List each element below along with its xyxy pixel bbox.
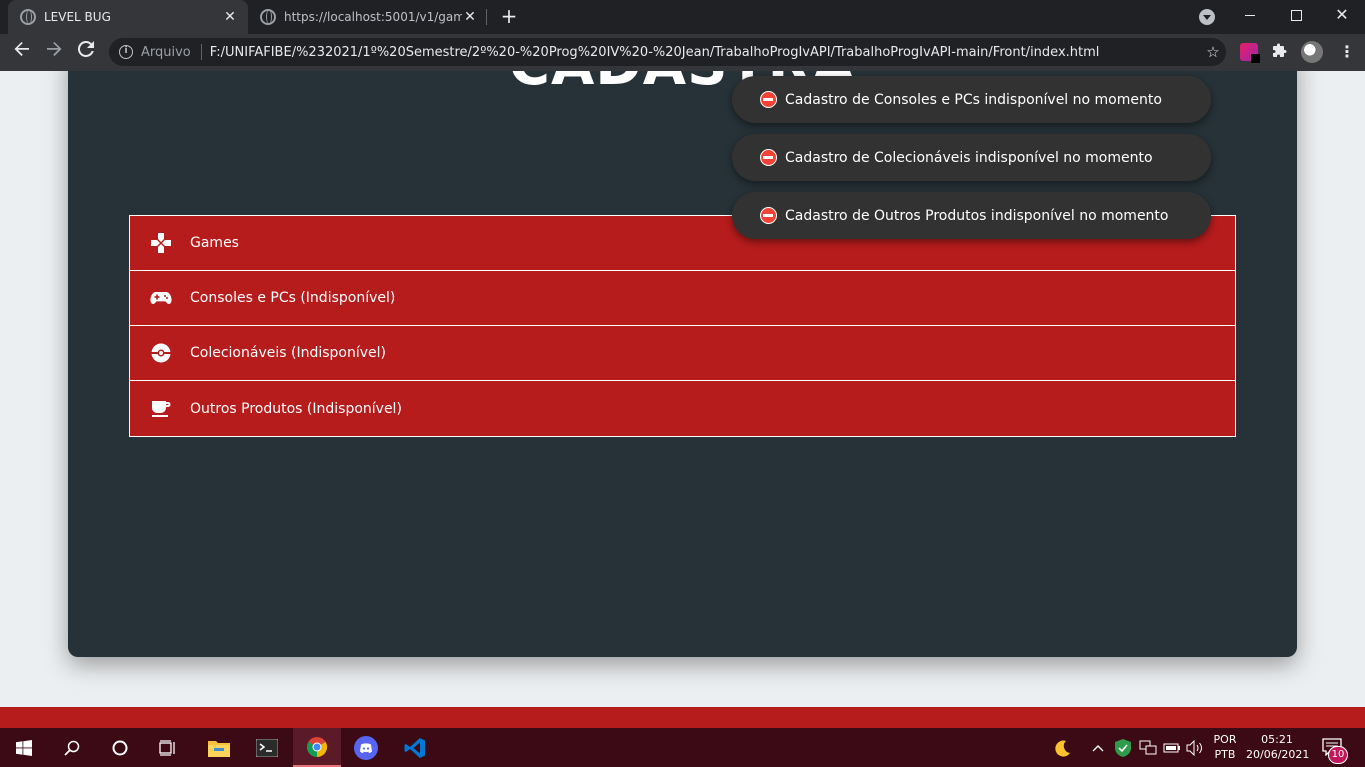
close-window-button[interactable]: ✕ bbox=[1319, 0, 1365, 30]
toast-consoles-unavailable[interactable]: Cadastro de Consoles e PCs indisponível … bbox=[732, 76, 1211, 123]
clock-date: 20/06/2021 bbox=[1246, 748, 1310, 761]
more-menu-icon[interactable]: ⋮ bbox=[1338, 43, 1356, 61]
night-light-icon[interactable] bbox=[1052, 728, 1072, 767]
close-tab-icon[interactable]: ✕ bbox=[222, 9, 238, 25]
input-language-indicator[interactable]: POR PTB bbox=[1210, 732, 1240, 762]
menu-item-label: Consoles e PCs (Indisponível) bbox=[190, 290, 396, 306]
footer-bar bbox=[0, 707, 1365, 728]
maximize-button[interactable] bbox=[1273, 0, 1319, 30]
browser-toolbar: i Arquivo F:/UNIFAFIBE/%232021/1º%20Seme… bbox=[0, 34, 1365, 71]
windows-taskbar: POR PTB 05:21 20/06/2021 bbox=[0, 728, 1365, 767]
discord-icon[interactable] bbox=[342, 728, 390, 767]
notification-count-badge: 10 bbox=[1328, 746, 1348, 764]
toast-other-products-unavailable[interactable]: Cadastro de Outros Produtos indisponível… bbox=[732, 192, 1211, 239]
task-view-icon[interactable] bbox=[144, 728, 192, 767]
toast-message: Cadastro de Outros Produtos indisponível… bbox=[785, 207, 1169, 224]
back-arrow-icon[interactable] bbox=[10, 40, 34, 64]
error-icon bbox=[760, 207, 777, 224]
volume-icon[interactable] bbox=[1186, 728, 1204, 767]
globe-icon bbox=[20, 9, 36, 25]
forward-arrow-icon[interactable] bbox=[42, 40, 66, 64]
info-icon[interactable]: i bbox=[119, 45, 133, 59]
keyboard-layout: PTB bbox=[1214, 748, 1236, 761]
tab-level-bug[interactable]: LEVEL BUG ✕ bbox=[8, 0, 248, 34]
search-icon[interactable] bbox=[48, 728, 96, 767]
toast-message: Cadastro de Consoles e PCs indisponível … bbox=[785, 91, 1162, 108]
language-code: POR bbox=[1213, 733, 1237, 746]
toast-message: Cadastro de Colecionáveis indisponível n… bbox=[785, 149, 1153, 166]
vscode-icon[interactable] bbox=[391, 728, 439, 767]
network-icon[interactable] bbox=[1139, 728, 1157, 767]
address-scheme-label: Arquivo bbox=[141, 44, 191, 60]
menu-item-collectibles[interactable]: Colecionáveis (Indisponível) bbox=[130, 326, 1235, 381]
chrome-icon[interactable] bbox=[293, 728, 341, 767]
extension-icon[interactable] bbox=[1240, 43, 1260, 63]
address-bar[interactable]: i Arquivo F:/UNIFAFIBE/%232021/1º%20Seme… bbox=[109, 38, 1226, 66]
url-text[interactable]: F:/UNIFAFIBE/%232021/1º%20Semestre/2º%20… bbox=[210, 45, 1200, 60]
tab-separator bbox=[486, 9, 487, 25]
chevron-up-icon[interactable] bbox=[1092, 728, 1104, 767]
bookmark-star-icon[interactable]: ☆ bbox=[1200, 43, 1226, 61]
menu-item-label: Games bbox=[190, 235, 239, 251]
tab-title: LEVEL BUG bbox=[44, 10, 111, 24]
extensions-puzzle-icon[interactable] bbox=[1271, 43, 1289, 61]
toast-collectibles-unavailable[interactable]: Cadastro de Colecionáveis indisponível n… bbox=[732, 134, 1211, 181]
battery-icon[interactable] bbox=[1163, 728, 1181, 767]
gamepad-cross-icon bbox=[150, 232, 172, 254]
tab-search-icon[interactable] bbox=[1199, 9, 1215, 25]
file-explorer-icon[interactable] bbox=[195, 728, 243, 767]
security-shield-icon[interactable] bbox=[1115, 728, 1131, 767]
taskbar-clock[interactable]: 05:21 20/06/2021 bbox=[1246, 732, 1310, 762]
menu-item-consoles[interactable]: Consoles e PCs (Indisponível) bbox=[130, 271, 1235, 326]
menu-item-label: Outros Produtos (Indisponível) bbox=[190, 400, 402, 417]
pokeball-icon bbox=[150, 342, 172, 364]
menu-item-label: Colecionáveis (Indisponível) bbox=[190, 345, 386, 361]
new-tab-button[interactable]: + bbox=[498, 6, 520, 28]
tab-localhost-games[interactable]: https://localhost:5001/v1/games ✕ bbox=[248, 0, 488, 34]
category-menu: Games Consoles e PCs (Indisponível) Cole… bbox=[129, 215, 1236, 437]
coffee-cup-icon bbox=[150, 398, 172, 420]
error-icon bbox=[760, 91, 777, 108]
address-separator bbox=[200, 44, 202, 60]
windows-start-icon[interactable] bbox=[0, 728, 48, 767]
minimize-button[interactable] bbox=[1227, 0, 1273, 30]
reload-icon[interactable] bbox=[74, 40, 98, 64]
menu-item-other-products[interactable]: Outros Produtos (Indisponível) bbox=[130, 381, 1235, 436]
globe-icon bbox=[260, 9, 276, 25]
clock-time: 05:21 bbox=[1261, 733, 1293, 746]
tab-title: https://localhost:5001/v1/games bbox=[284, 10, 462, 24]
profile-avatar[interactable] bbox=[1301, 41, 1323, 63]
terminal-icon[interactable] bbox=[243, 728, 291, 767]
controller-icon bbox=[150, 287, 172, 309]
browser-tab-strip: LEVEL BUG ✕ https://localhost:5001/v1/ga… bbox=[0, 0, 1365, 34]
page-title-text: CADAS bbox=[509, 71, 729, 98]
error-icon bbox=[760, 149, 777, 166]
close-tab-icon[interactable]: ✕ bbox=[462, 9, 478, 25]
cortana-icon[interactable] bbox=[96, 728, 144, 767]
